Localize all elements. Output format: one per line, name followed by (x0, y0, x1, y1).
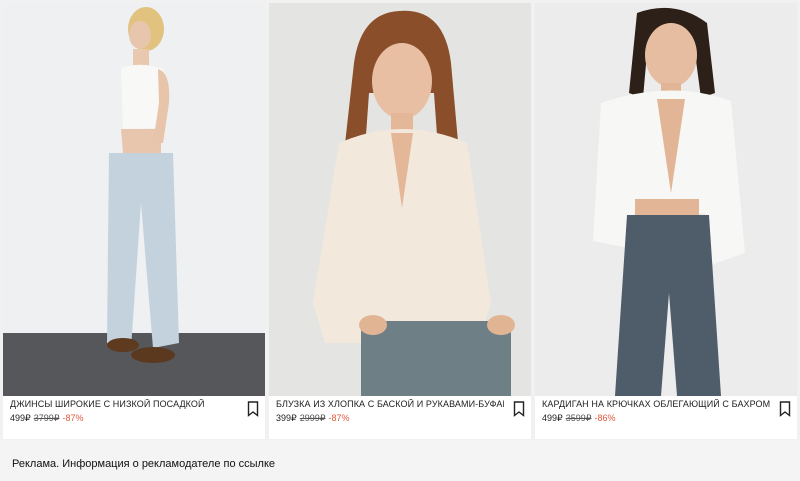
product-discount: -87% (328, 413, 350, 423)
product-old-price: 3799₽ (33, 413, 60, 423)
product-image[interactable] (535, 3, 797, 396)
bookmark-icon[interactable] (513, 401, 525, 417)
product-image[interactable] (3, 3, 265, 396)
product-price: 399₽ (276, 413, 297, 423)
product-card[interactable]: ДЖИНСЫ ШИРОКИЕ С НИЗКОЙ ПОСАДКОЙ 499₽ 379… (3, 3, 265, 439)
bookmark-icon[interactable] (247, 401, 259, 417)
product-discount: -86% (594, 413, 616, 423)
product-card[interactable]: КАРДИГАН НА КРЮЧКАХ ОБЛЕГАЮЩИЙ С БАХРОМО… (535, 3, 797, 439)
product-name[interactable]: ДЖИНСЫ ШИРОКИЕ С НИЗКОЙ ПОСАДКОЙ (10, 399, 238, 409)
product-price: 499₽ (10, 413, 31, 423)
bookmark-icon[interactable] (779, 401, 791, 417)
product-cards: ДЖИНСЫ ШИРОКИЕ С НИЗКОЙ ПОСАДКОЙ 499₽ 379… (3, 3, 797, 439)
product-prices: 399₽ 2999₽ -87% (276, 413, 350, 424)
product-prices: 499₽ 3599₽ -86% (542, 413, 616, 424)
product-prices: 499₽ 3799₽ -87% (10, 413, 84, 424)
product-old-price: 3599₽ (565, 413, 592, 423)
advertiser-info-link[interactable]: Реклама. Информация о рекламодателе по с… (12, 458, 275, 470)
ad-footer: Реклама. Информация о рекламодателе по с… (0, 440, 800, 481)
product-card[interactable]: БЛУЗКА ИЗ ХЛОПКА С БАСКОЙ И РУКАВАМИ-БУФ… (269, 3, 531, 439)
product-name[interactable]: БЛУЗКА ИЗ ХЛОПКА С БАСКОЙ И РУКАВАМИ-БУФ… (276, 399, 504, 409)
product-image[interactable] (269, 3, 531, 396)
product-old-price: 2999₽ (299, 413, 326, 423)
product-name[interactable]: КАРДИГАН НА КРЮЧКАХ ОБЛЕГАЮЩИЙ С БАХРОМО… (542, 399, 770, 409)
product-discount: -87% (62, 413, 84, 423)
product-price: 499₽ (542, 413, 563, 423)
ad-panel: ДЖИНСЫ ШИРОКИЕ С НИЗКОЙ ПОСАДКОЙ 499₽ 379… (0, 0, 800, 440)
